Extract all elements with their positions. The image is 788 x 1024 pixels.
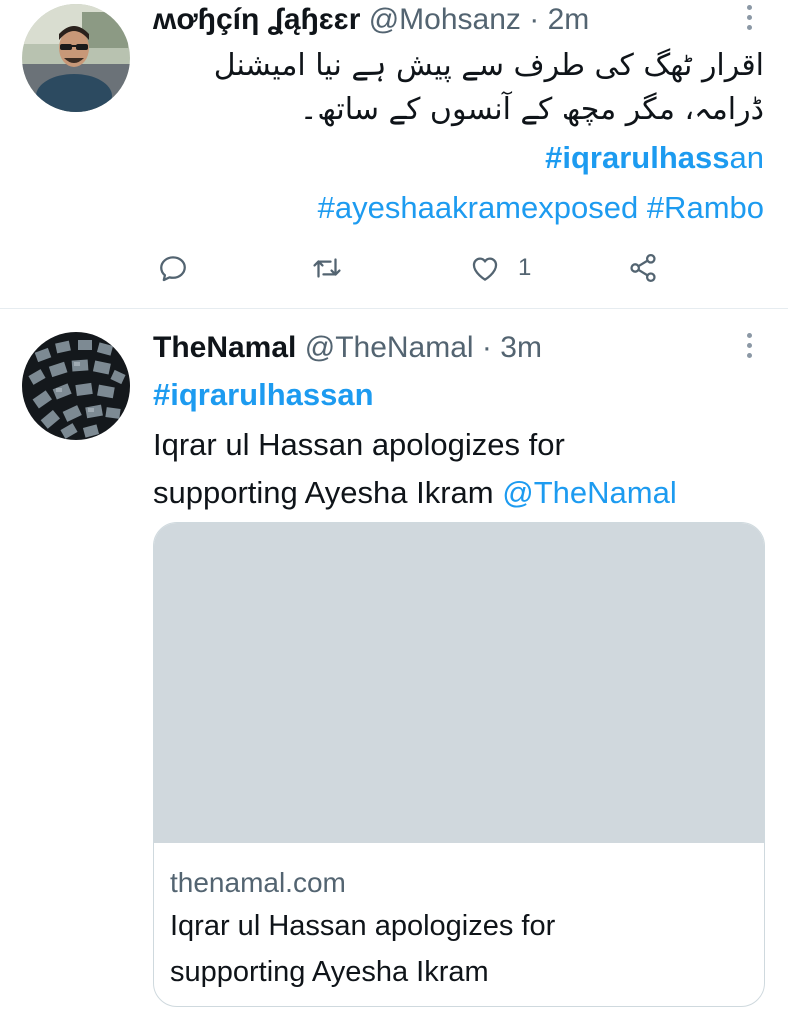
tweet[interactable]: ʍơɧçíη ʆąɧɛɛr @Mohsanz · 2m اقرار ٹھگ کی…: [0, 0, 788, 308]
more-vertical-icon[interactable]: [740, 5, 758, 35]
tweet-header: ʍơɧçíη ʆąɧɛɛr @Mohsanz · 2m: [153, 0, 589, 42]
logo-photo: [22, 332, 130, 440]
handle[interactable]: @TheNamal: [305, 331, 474, 364]
card-title-line: supporting Ayesha Ikram: [170, 956, 489, 988]
separator-dot: ·: [481, 331, 492, 364]
timestamp[interactable]: 3m: [500, 331, 542, 364]
hashtag-rest-part: an: [729, 140, 764, 175]
hashtag-bold-part: #iqrarulhass: [545, 140, 730, 175]
tweet-header: TheNamal @TheNamal · 3m: [153, 326, 542, 370]
display-name[interactable]: ʍơɧçíη ʆąɧɛɛr: [153, 3, 360, 36]
tweet-text-line: Iqrar ul Hassan apologizes for: [153, 427, 565, 462]
tweet-actions: 1: [0, 248, 788, 288]
card-image-placeholder[interactable]: [154, 523, 764, 843]
reply-button[interactable]: [156, 248, 190, 288]
hashtag-link[interactable]: #iqrarulhassan: [153, 373, 374, 417]
reply-icon: [160, 256, 186, 282]
user-photo: [22, 4, 130, 112]
display-name[interactable]: TheNamal: [153, 331, 296, 364]
share-button[interactable]: [626, 248, 660, 288]
share-icon: [630, 253, 656, 283]
avatar[interactable]: [22, 332, 130, 440]
tweet-text-line: اقرار ٹھگ کی طرف سے پیش ہے نیا امیشنل: [213, 48, 764, 83]
card-title-line: Iqrar ul Hassan apologizes for: [170, 910, 556, 942]
tweet-text-fragment: supporting Ayesha Ikram: [153, 475, 494, 510]
retweet-button[interactable]: [310, 248, 344, 288]
heart-icon: [472, 257, 498, 281]
hashtag-links[interactable]: #ayeshaakramexposed #Rambo: [318, 186, 764, 230]
card-domain: thenamal.com: [170, 867, 346, 898]
like-count: 1: [518, 254, 532, 281]
tweet[interactable]: TheNamal @TheNamal · 3m #iqrarulhassan I…: [0, 309, 788, 1024]
like-button[interactable]: 1: [468, 248, 531, 288]
tweet-text: Iqrar ul Hassan apologizes for supportin…: [153, 421, 753, 517]
hashtag-link[interactable]: #iqrarulhassan: [545, 136, 764, 180]
timestamp[interactable]: 2m: [548, 3, 590, 36]
card-title: Iqrar ul Hassan apologizes for supportin…: [170, 903, 750, 995]
tweet-text-line: ڈرامہ، مگر مچھ کے آنسوں کے ساتھ۔: [299, 92, 764, 127]
separator-dot: ·: [529, 3, 540, 36]
retweet-icon: [313, 258, 341, 278]
mention-link[interactable]: @TheNamal: [502, 475, 676, 510]
avatar[interactable]: [22, 4, 130, 112]
link-card[interactable]: thenamal.com Iqrar ul Hassan apologizes …: [153, 522, 765, 1007]
more-vertical-icon[interactable]: [740, 333, 758, 363]
tweet-text-line: supporting Ayesha Ikram @TheNamal: [153, 469, 753, 517]
handle[interactable]: @Mohsanz: [369, 3, 521, 36]
